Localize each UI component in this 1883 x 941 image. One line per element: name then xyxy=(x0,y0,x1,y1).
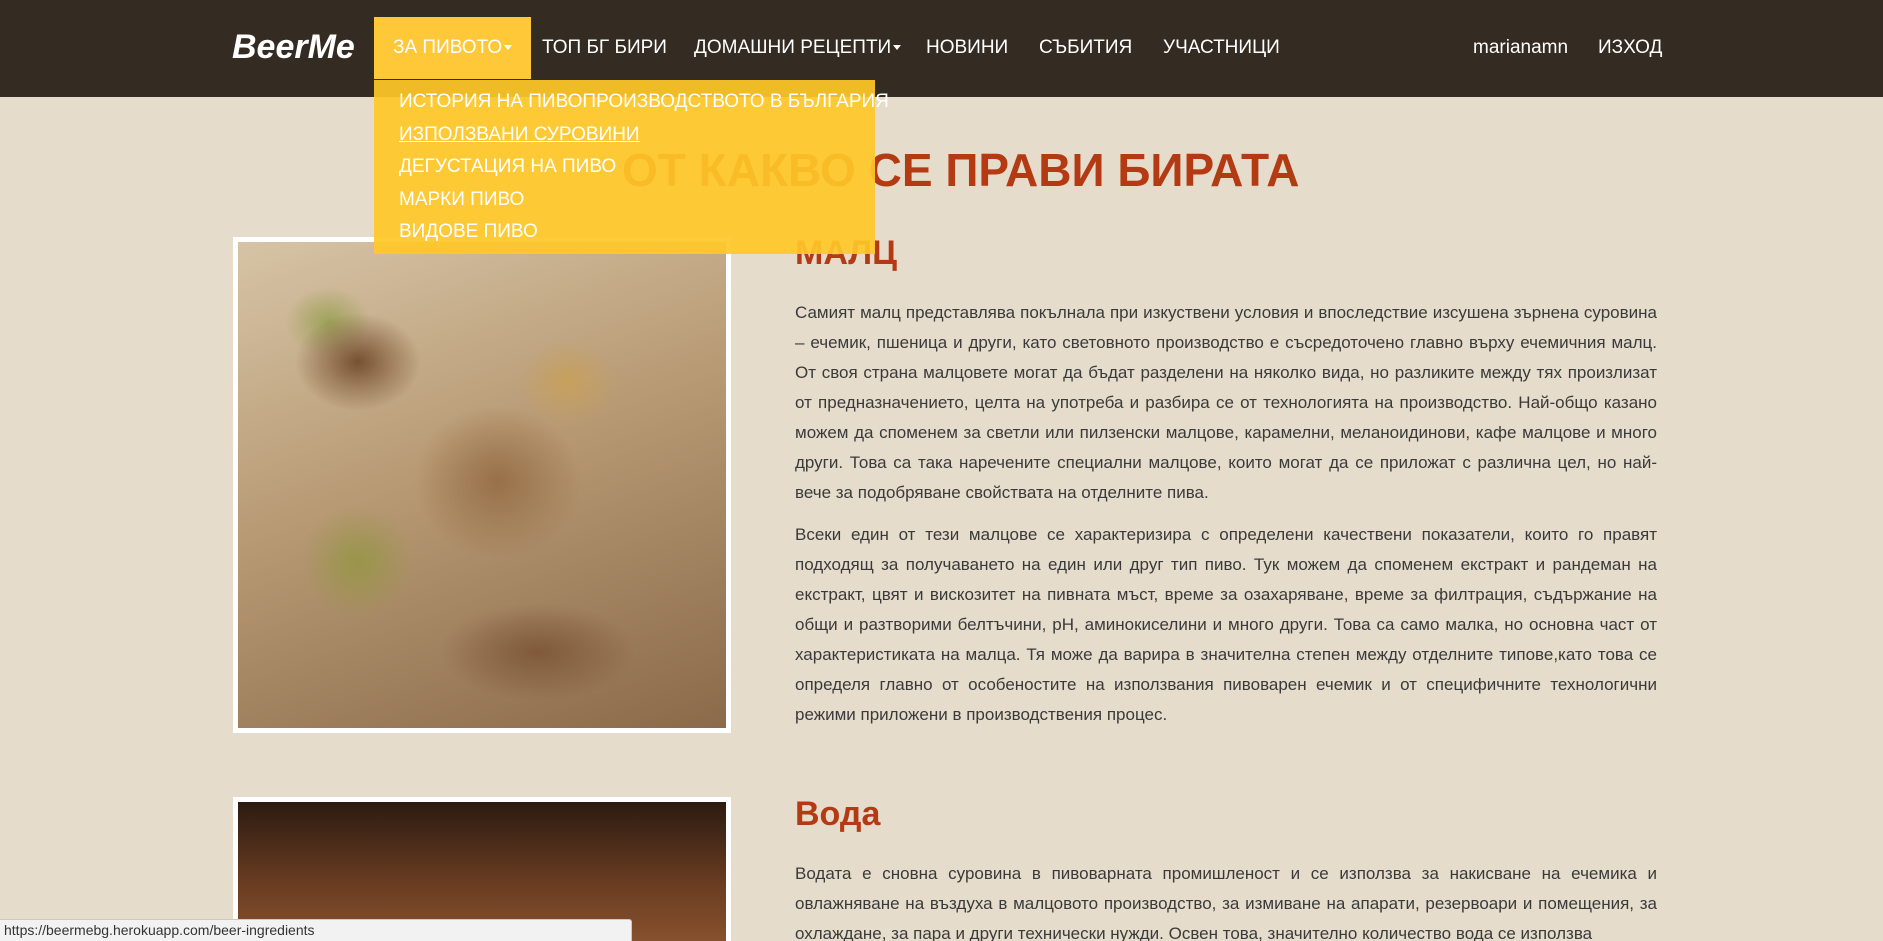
dropdown-item-ingredients[interactable]: ИЗПОЛЗВАНИ СУРОВИНИ xyxy=(374,123,875,156)
nav-item-members[interactable]: УЧАСТНИЦИ xyxy=(1163,17,1280,79)
dropdown-item-types[interactable]: ВИДОВЕ ПИВО xyxy=(374,220,875,253)
status-bar-url: https://beermebg.herokuapp.com/beer-ingr… xyxy=(0,919,632,941)
brand-logo[interactable]: BeerMe xyxy=(232,28,355,67)
nav-item-about-beer[interactable]: ЗА ПИВОТО xyxy=(374,17,532,79)
about-beer-dropdown: ИСТОРИЯ НА ПИВОПРОИЗВОДСТВОТО В БЪЛГАРИЯ… xyxy=(374,80,889,254)
nav-item-label: УЧАСТНИЦИ xyxy=(1163,37,1280,58)
caret-down-icon xyxy=(893,45,902,51)
dropdown-item-tasting[interactable]: ДЕГУСТАЦИЯ НА ПИВО xyxy=(374,155,875,188)
logout-link[interactable]: ИЗХОД xyxy=(1598,17,1662,79)
dropdown-item-history[interactable]: ИСТОРИЯ НА ПИВОПРОИЗВОДСТВОТО В БЪЛГАРИЯ xyxy=(374,90,889,123)
nav-item-label: ЗА ПИВОТО xyxy=(393,37,503,58)
nav-item-label: ДОМАШНИ РЕЦЕПТИ xyxy=(694,37,892,58)
nav-item-top-bg-beers[interactable]: ТОП БГ БИРИ xyxy=(542,17,667,79)
malt-paragraph-1: Самият малц представлява покълнала при и… xyxy=(795,303,1657,502)
user-profile-link[interactable]: marianamn xyxy=(1473,17,1568,79)
nav-item-label: СЪБИТИЯ xyxy=(1039,37,1133,58)
malt-image xyxy=(233,237,731,733)
nav-item-home-recipes[interactable]: ДОМАШНИ РЕЦЕПТИ xyxy=(694,17,902,79)
nav-item-events[interactable]: СЪБИТИЯ xyxy=(1039,17,1132,79)
malt-paragraph-2: Всеки един от тези малцове се характериз… xyxy=(795,525,1657,724)
section-heading-water: Вода xyxy=(795,795,881,833)
nav-item-news[interactable]: НОВИНИ xyxy=(926,17,1008,79)
caret-down-icon xyxy=(504,45,513,51)
navbar: BeerMe ЗА ПИВОТО ТОП БГ БИРИ ДОМАШНИ РЕЦ… xyxy=(0,0,1883,97)
nav-item-label: НОВИНИ xyxy=(926,37,1009,58)
nav-item-label: ТОП БГ БИРИ xyxy=(542,37,667,58)
dropdown-item-brands[interactable]: МАРКИ ПИВО xyxy=(374,188,875,221)
water-paragraph-1: Водата е сновна суровина в пивоварната п… xyxy=(795,864,1657,941)
